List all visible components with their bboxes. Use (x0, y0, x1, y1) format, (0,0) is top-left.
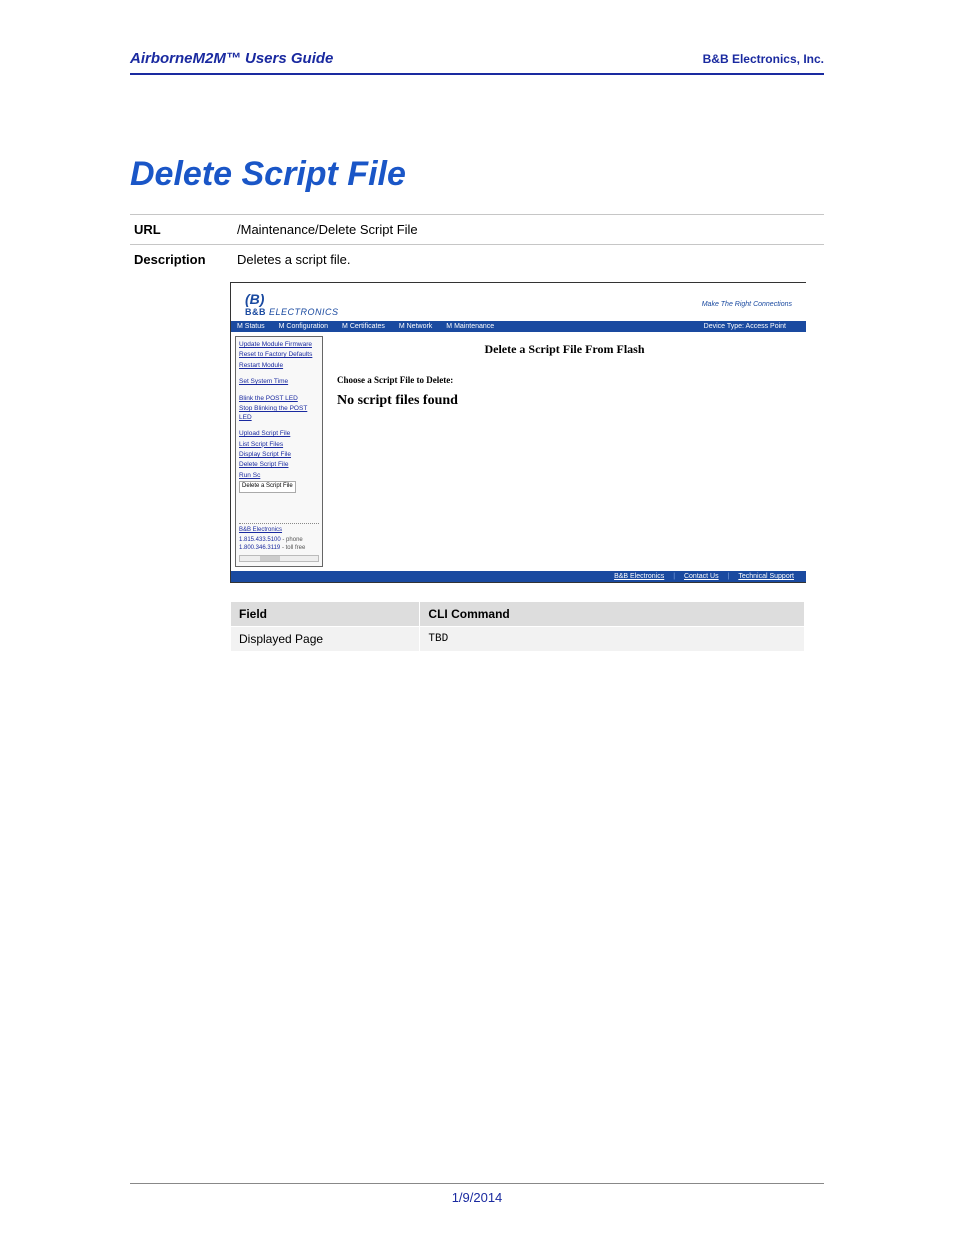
sidebar-footer: B&B Electronics 1.815.433.5100 - phone 1… (239, 523, 319, 562)
sidebar-set-system-time[interactable]: Set System Time (239, 378, 319, 386)
phone2-lbl: - toll free (282, 545, 305, 551)
nav-bar: M Status M Configuration M Certificates … (231, 321, 806, 332)
embedded-webui: (B) B&B ELECTRONICS Make The Right Conne… (230, 282, 806, 583)
sidebar-footer-org[interactable]: B&B Electronics (239, 527, 319, 535)
header-title: AirborneM2M™ Users Guide (130, 50, 333, 67)
logo-text-a: B&B (245, 307, 266, 317)
sidebar-restart-module[interactable]: Restart Module (239, 362, 319, 370)
nav-configuration[interactable]: M Configuration (279, 323, 328, 330)
choose-label: Choose a Script File to Delete: (337, 375, 792, 385)
logo-mark: (B) (245, 291, 264, 307)
section-title: Delete Script File (130, 155, 824, 194)
nav-status[interactable]: M Status (237, 323, 265, 330)
sidebar-list-scripts[interactable]: List Script Files (239, 441, 319, 449)
info-table: URL /Maintenance/Delete Script File Desc… (130, 214, 824, 274)
footer-link-contact[interactable]: Contact Us (684, 573, 719, 580)
no-files-message: No script files found (337, 393, 792, 409)
info-label-url: URL (130, 215, 233, 245)
sidebar-display-script[interactable]: Display Script File (239, 451, 319, 459)
footer-link-bb[interactable]: B&B Electronics (614, 573, 664, 580)
row-cli: TBD (420, 627, 805, 652)
sidebar-reset-factory[interactable]: Reset to Factory Defaults (239, 351, 319, 359)
info-value-desc: Deletes a script file. (233, 245, 824, 275)
embedded-footer: B&B Electronics | Contact Us | Technical… (231, 571, 806, 582)
phone1-lbl: - phone (282, 537, 302, 543)
phone1-num: 1.815.433.5100 (239, 537, 281, 543)
header-company: B&B Electronics, Inc. (703, 52, 824, 66)
sidebar-scrollbar[interactable] (239, 555, 319, 562)
sidebar-update-firmware[interactable]: Update Module Firmware (239, 341, 319, 349)
sidebar-delete-script[interactable]: Delete Script File (239, 461, 319, 469)
nav-certificates[interactable]: M Certificates (342, 323, 385, 330)
nav-device-type: Device Type: Access Point (704, 323, 786, 330)
col-field: Field (231, 602, 420, 627)
logo: (B) B&B ELECTRONICS (245, 291, 339, 317)
sidebar-run-script[interactable]: Run Sc (239, 472, 260, 479)
nav-maintenance[interactable]: M Maintenance (446, 323, 494, 330)
sidebar-stop-blink-led[interactable]: Stop Blinking the POST LED (239, 405, 319, 422)
field-cli-table: Field CLI Command Displayed Page TBD (230, 601, 805, 652)
tagline: Make The Right Connections (702, 301, 792, 308)
row-field: Displayed Page (231, 627, 420, 652)
footer-divider (130, 1183, 824, 1184)
sidebar: Update Module Firmware Reset to Factory … (235, 336, 323, 567)
footer-link-support[interactable]: Technical Support (738, 573, 794, 580)
nav-network[interactable]: M Network (399, 323, 432, 330)
col-cli: CLI Command (420, 602, 805, 627)
phone2-num: 1.800.346.3119 (239, 545, 280, 551)
logo-text-b: ELECTRONICS (269, 307, 339, 317)
footer-date: 1/9/2014 (130, 1190, 824, 1205)
sidebar-upload-script[interactable]: Upload Script File (239, 430, 319, 438)
info-label-desc: Description (130, 245, 233, 275)
main-panel: Delete a Script File From Flash Choose a… (323, 332, 806, 571)
sidebar-blink-post-led[interactable]: Blink the POST LED (239, 395, 319, 403)
page-header: AirborneM2M™ Users Guide B&B Electronics… (130, 50, 824, 75)
panel-title: Delete a Script File From Flash (337, 342, 792, 357)
tooltip-delete-script: Delete a Script File (239, 481, 296, 493)
info-value-url: /Maintenance/Delete Script File (233, 215, 824, 245)
